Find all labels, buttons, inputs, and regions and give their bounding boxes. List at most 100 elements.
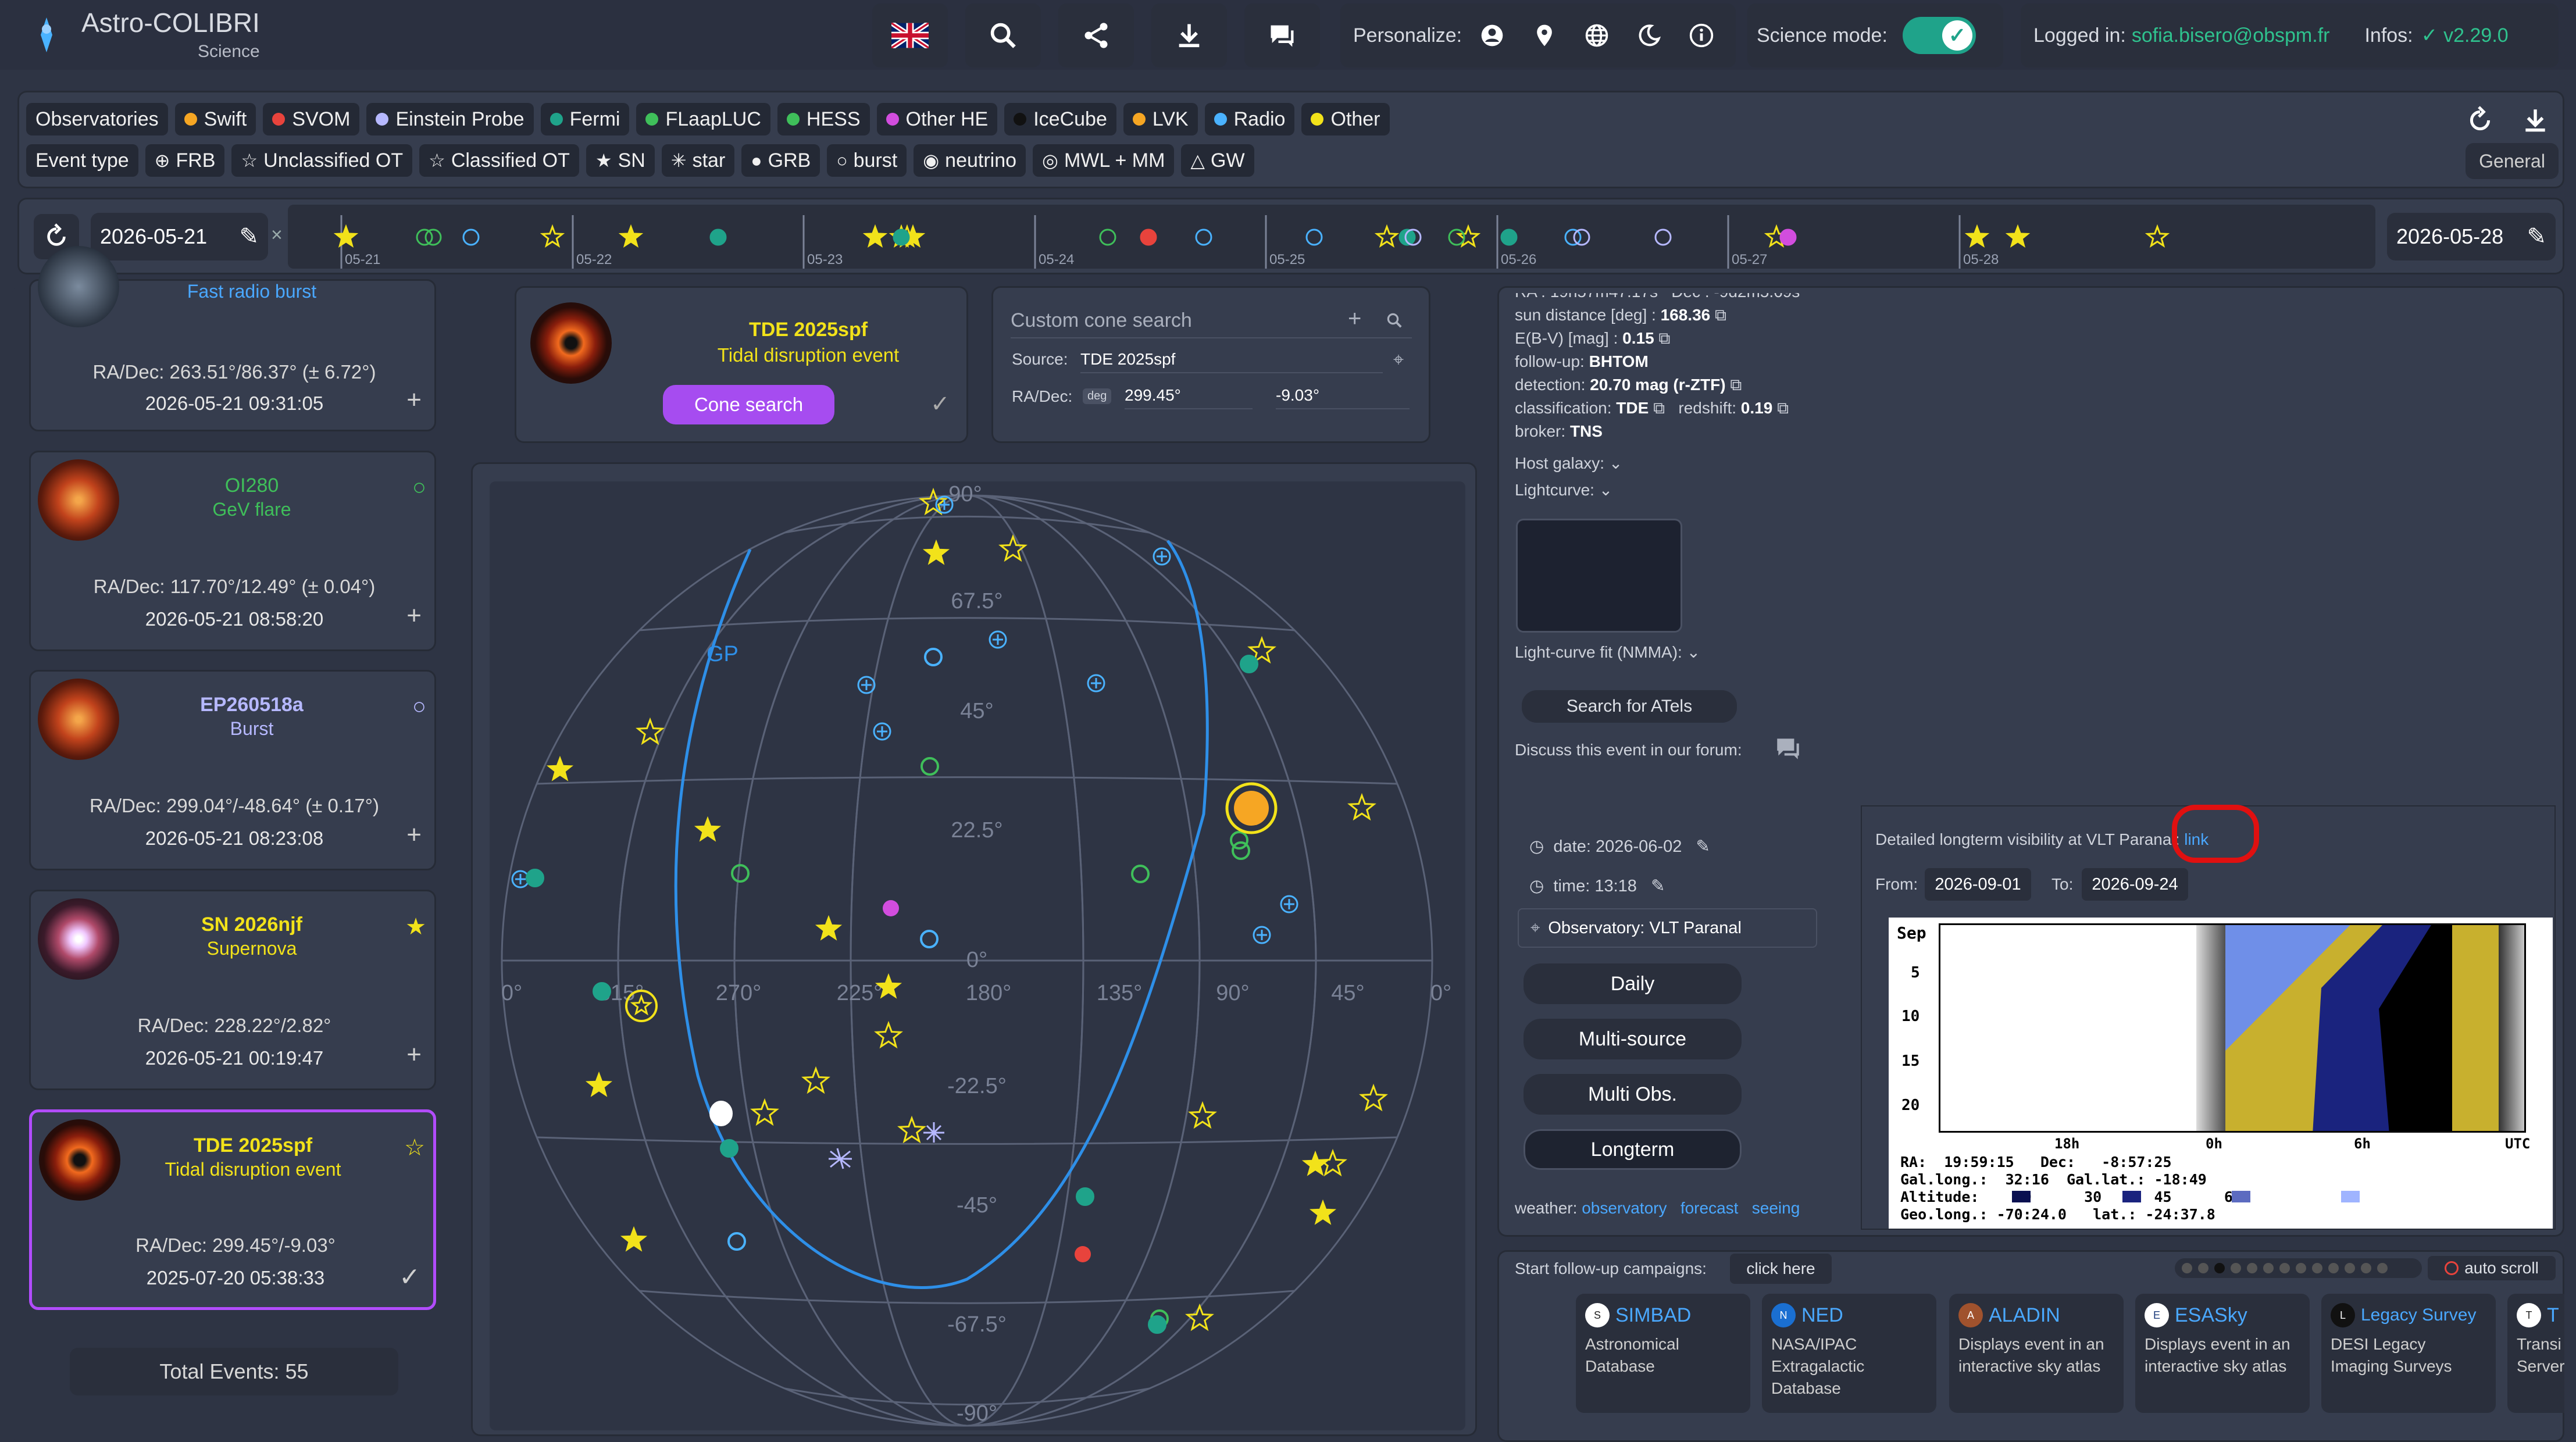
reset-filters-button[interactable] bbox=[2457, 100, 2503, 141]
sky-marker[interactable] bbox=[526, 869, 544, 887]
catalog-card-tns[interactable]: TT Transi Server bbox=[2507, 1294, 2564, 1413]
user-icon[interactable] bbox=[1479, 23, 1505, 48]
multi-source-button[interactable]: Multi-source bbox=[1524, 1019, 1742, 1059]
multi-obs-button[interactable]: Multi Obs. bbox=[1524, 1074, 1742, 1115]
catalog-card-ned[interactable]: N NED NASA/IPAC Extragalactic Database bbox=[1762, 1294, 1936, 1413]
sky-marker[interactable] bbox=[1230, 831, 1248, 850]
sky-marker[interactable] bbox=[1301, 1150, 1329, 1176]
observatory-selector[interactable]: ⌖ Observatory: VLT Paranal bbox=[1518, 908, 1817, 948]
filter-einstein-probe[interactable]: Einstein Probe bbox=[366, 103, 534, 135]
timeline-event-marker[interactable] bbox=[1573, 229, 1590, 246]
carousel-dots[interactable] bbox=[2175, 1258, 2422, 1278]
longterm-plot[interactable]: Sep 2026 5 10 15 20 18h 0h 6h UTC RA: 19… bbox=[1889, 918, 2553, 1229]
sky-marker[interactable] bbox=[1309, 1199, 1337, 1225]
add-event-button[interactable]: + bbox=[406, 1040, 422, 1069]
timeline-event-marker[interactable] bbox=[1305, 229, 1323, 246]
longterm-button[interactable]: Longterm bbox=[1524, 1129, 1742, 1170]
filter-mwl-mm[interactable]: ◎ MWL + MM bbox=[1033, 144, 1175, 177]
sky-marker[interactable] bbox=[585, 1071, 613, 1097]
timeline-event-marker[interactable] bbox=[893, 229, 910, 246]
forum-chat-icon[interactable] bbox=[1774, 734, 1803, 763]
timeline-event-marker[interactable] bbox=[540, 224, 565, 248]
search-button[interactable] bbox=[965, 3, 1041, 67]
weather-observatory-link[interactable]: observatory bbox=[1582, 1199, 1667, 1217]
filter-frb[interactable]: ⊕ FRB bbox=[145, 144, 225, 177]
event-card[interactable]: SN 2026njf Supernova ★ RA/Dec: 228.22°/2… bbox=[29, 890, 436, 1090]
timeline-clear-icon[interactable]: × bbox=[271, 224, 283, 247]
sky-marker[interactable] bbox=[1131, 865, 1150, 883]
from-date-field[interactable]: 2026-09-01 bbox=[1925, 868, 2031, 901]
dark-mode-icon[interactable] bbox=[1636, 23, 1662, 48]
sky-marker[interactable] bbox=[923, 1122, 944, 1143]
catalog-card-esasky[interactable]: E ESASky Displays event in an interactive… bbox=[2135, 1294, 2310, 1413]
filter-svom[interactable]: SVOM bbox=[263, 103, 360, 135]
event-card[interactable]: Fast radio burst RA/Dec: 263.51°/86.37° … bbox=[29, 246, 436, 431]
sky-marker[interactable] bbox=[815, 915, 843, 941]
event-card[interactable]: OI280 GeV flare ○ RA/Dec: 117.70°/12.49°… bbox=[29, 451, 436, 651]
sky-marker[interactable] bbox=[731, 864, 750, 883]
general-button[interactable]: General bbox=[2466, 143, 2559, 179]
timeline-event-marker[interactable] bbox=[1964, 224, 1990, 248]
filter-other-he[interactable]: Other HE bbox=[876, 103, 998, 135]
filter-star[interactable]: ✳ star bbox=[661, 144, 735, 177]
sky-marker[interactable] bbox=[874, 1020, 903, 1049]
filter-swift[interactable]: Swift bbox=[174, 103, 256, 135]
host-galaxy-toggle[interactable]: Host galaxy: ⌄ bbox=[1515, 454, 1622, 473]
filter-other[interactable]: Other bbox=[1301, 103, 1390, 135]
science-mode-toggle[interactable]: ✓ bbox=[1902, 17, 1976, 54]
lightcurve-toggle[interactable]: Lightcurve: ⌄ bbox=[1515, 480, 1612, 499]
filter-lvk[interactable]: LVK bbox=[1123, 103, 1198, 135]
sky-marker[interactable] bbox=[883, 900, 899, 916]
timeline-event-marker[interactable] bbox=[2005, 224, 2031, 248]
timeline-event-marker[interactable] bbox=[333, 224, 359, 248]
timeline-event-marker[interactable] bbox=[1195, 229, 1212, 246]
filter-icecube[interactable]: IceCube bbox=[1004, 103, 1116, 135]
add-event-button[interactable]: + bbox=[406, 601, 422, 630]
filter-grb[interactable]: ● GRB bbox=[741, 144, 820, 177]
followup-click-button[interactable]: click here bbox=[1730, 1254, 1832, 1284]
download-events-button[interactable] bbox=[2512, 100, 2559, 141]
catalog-card-aladin[interactable]: A ALADIN Displays event in an interactive… bbox=[1949, 1294, 2124, 1413]
selected-event-marker[interactable] bbox=[1234, 791, 1269, 826]
add-event-button[interactable]: + bbox=[406, 820, 422, 850]
sky-marker[interactable] bbox=[1347, 793, 1376, 821]
sky-marker[interactable] bbox=[1240, 655, 1258, 673]
filter-unclassified-ot[interactable]: ☆ Unclassified OT bbox=[231, 144, 413, 177]
sky-marker[interactable] bbox=[593, 982, 611, 1001]
sky-marker[interactable] bbox=[750, 1098, 779, 1126]
timeline-event-marker[interactable] bbox=[2145, 224, 2170, 248]
filter-neutrino[interactable]: ◉ neutrino bbox=[914, 144, 1026, 177]
sky-marker[interactable] bbox=[709, 1101, 733, 1126]
cone-source-input[interactable]: TDE 2025spf bbox=[1080, 350, 1383, 373]
sky-marker[interactable] bbox=[1188, 1101, 1217, 1129]
skymap[interactable]: 90° 67.5° 45° 22.5° 0° -22.5° -45° -67.5° -90° 0°… bbox=[490, 481, 1465, 1430]
sky-marker[interactable] bbox=[897, 1115, 926, 1144]
sky-marker[interactable] bbox=[1075, 1246, 1091, 1262]
timeline-event-marker[interactable] bbox=[1140, 229, 1157, 246]
timeline-event-marker[interactable] bbox=[1099, 229, 1116, 246]
sky-marker[interactable] bbox=[1185, 1303, 1214, 1332]
add-event-button[interactable]: + bbox=[406, 386, 422, 415]
timeline-event-marker[interactable] bbox=[1500, 229, 1518, 246]
to-date-field[interactable]: 2026-09-24 bbox=[2082, 868, 2188, 901]
cone-search-button[interactable]: Cone search bbox=[663, 385, 834, 424]
sky-marker[interactable] bbox=[801, 1066, 830, 1094]
filter-radio[interactable]: Radio bbox=[1204, 103, 1295, 135]
sky-marker[interactable] bbox=[924, 648, 943, 666]
sky-marker[interactable] bbox=[694, 816, 722, 842]
sky-marker[interactable] bbox=[998, 534, 1027, 562]
timeline-event-marker[interactable] bbox=[424, 229, 442, 246]
event-card-selected[interactable]: TDE 2025spf Tidal disruption event ☆ RA/… bbox=[29, 1109, 436, 1310]
sky-marker[interactable] bbox=[727, 1232, 746, 1251]
download-button[interactable] bbox=[1151, 3, 1227, 67]
filter-hess[interactable]: HESS bbox=[777, 103, 870, 135]
filter-classified-ot[interactable]: ☆ Classified OT bbox=[419, 144, 579, 177]
lightcurve-thumbnail[interactable] bbox=[1518, 520, 1681, 631]
info-icon[interactable] bbox=[1689, 23, 1714, 48]
sky-marker[interactable] bbox=[1359, 1083, 1388, 1112]
weather-seeing-link[interactable]: seeing bbox=[1752, 1199, 1800, 1217]
end-date-field[interactable]: 2026-05-28 ✎ bbox=[2387, 213, 2556, 260]
sky-marker[interactable] bbox=[922, 539, 950, 565]
timeline-event-marker[interactable] bbox=[416, 229, 433, 246]
filter-fermi[interactable]: Fermi bbox=[540, 103, 630, 135]
